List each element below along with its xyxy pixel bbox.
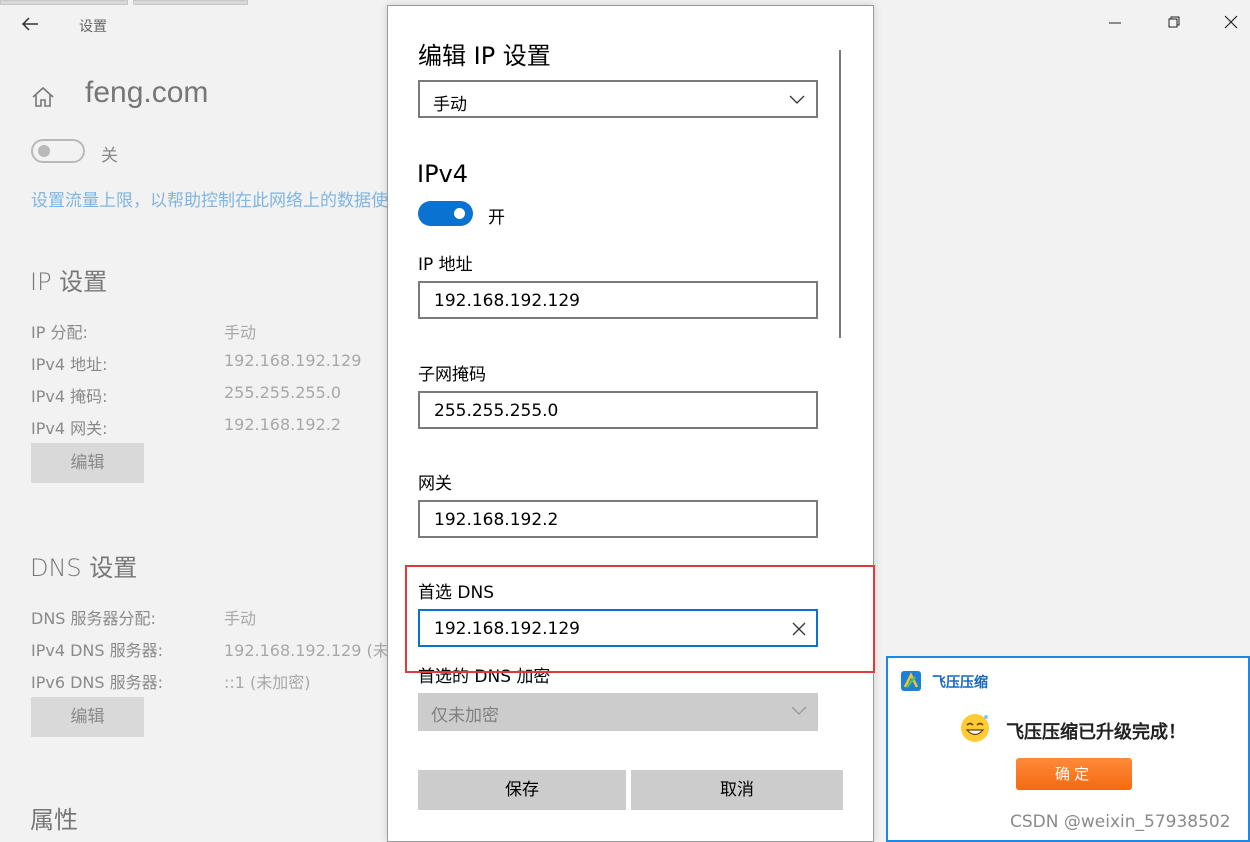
close-icon[interactable]: [1221, 14, 1241, 34]
ipv4-mask-label: IPv4 掩码:: [31, 387, 108, 406]
edit-ip-dialog: 编辑 IP 设置 手动 IPv4 开 IP 地址 192.168.192.129…: [387, 5, 874, 842]
notification-app-name: 飞压压缩: [932, 675, 988, 691]
ipv4-toggle-label: 开: [488, 208, 505, 228]
notification-message: 飞压压缩已升级完成！: [1006, 722, 1186, 743]
ipv4-address-value: 192.168.192.129: [224, 351, 362, 370]
dns-highlight-box: [405, 565, 875, 673]
ip-assignment-label: IP 分配:: [31, 323, 88, 342]
tab-edge[interactable]: [0, 0, 128, 5]
chevron-down-icon: [790, 702, 808, 718]
notification-confirm-button[interactable]: 确定: [1016, 758, 1132, 790]
ip-address-value: 192.168.192.129: [434, 291, 581, 311]
dialog-title: 编辑 IP 设置: [418, 42, 551, 70]
subnet-mask-label: 子网掩码: [418, 365, 486, 385]
dialog-scrollbar[interactable]: [839, 50, 841, 338]
csdn-watermark: CSDN @weixin_57938502: [1010, 812, 1231, 832]
subnet-mask-value: 255.255.255.0: [434, 401, 559, 421]
ipv4-gateway-value: 192.168.192.2: [224, 415, 342, 434]
cancel-button[interactable]: 取消: [631, 770, 843, 810]
save-button[interactable]: 保存: [418, 770, 626, 810]
tab-edge[interactable]: [133, 0, 248, 5]
smiley-icon: [958, 710, 992, 744]
ipv4-toggle[interactable]: [418, 201, 473, 226]
dns-settings-title: DNS 设置: [30, 554, 138, 582]
ip-assignment-value: 手动: [224, 323, 257, 342]
ipv4-address-label: IPv4 地址:: [31, 355, 108, 374]
ip-address-label: IP 地址: [418, 255, 473, 275]
ipv4-dns-value: 192.168.192.129 (未加密): [224, 641, 387, 660]
feiya-logo-icon: [900, 670, 922, 692]
minimize-icon[interactable]: [1105, 14, 1125, 34]
ip-settings-title: IP 设置: [30, 268, 108, 296]
back-arrow-icon[interactable]: [20, 14, 44, 36]
metered-connection-toggle[interactable]: [31, 139, 85, 163]
ipv4-heading: IPv4: [417, 160, 469, 188]
properties-title: 属性: [30, 806, 78, 834]
dns-encryption-value: 仅未加密: [431, 706, 499, 726]
dns-assignment-value: 手动: [224, 609, 257, 628]
ipv4-gateway-label: IPv4 网关:: [31, 419, 108, 438]
ip-mode-select[interactable]: 手动: [418, 80, 818, 118]
app-title: 设置: [79, 19, 107, 35]
ipv6-dns-label: IPv6 DNS 服务器:: [31, 673, 164, 692]
home-icon: [30, 84, 56, 110]
dns-edit-button[interactable]: 编辑: [31, 697, 144, 737]
ip-mode-value: 手动: [433, 95, 467, 115]
network-name: feng.com: [85, 76, 209, 109]
ip-edit-button[interactable]: 编辑: [31, 443, 144, 483]
ip-address-input[interactable]: 192.168.192.129: [418, 281, 818, 319]
gateway-value: 192.168.192.2: [434, 510, 559, 530]
maximize-icon[interactable]: [1164, 14, 1184, 34]
gateway-label: 网关: [418, 474, 452, 494]
data-limit-link[interactable]: 设置流量上限，以帮助控制在此网络上的数据使用: [31, 186, 387, 211]
ipv6-dns-value: ::1 (未加密): [224, 673, 311, 692]
ipv4-mask-value: 255.255.255.0: [224, 383, 342, 402]
dns-encryption-select[interactable]: 仅未加密: [418, 693, 818, 731]
dns-assignment-label: DNS 服务器分配:: [31, 609, 156, 628]
ipv4-dns-label: IPv4 DNS 服务器:: [31, 641, 164, 660]
gateway-input[interactable]: 192.168.192.2: [418, 500, 818, 538]
subnet-mask-input[interactable]: 255.255.255.0: [418, 391, 818, 429]
chevron-down-icon: [788, 91, 806, 107]
metered-toggle-state: 关: [101, 146, 118, 166]
